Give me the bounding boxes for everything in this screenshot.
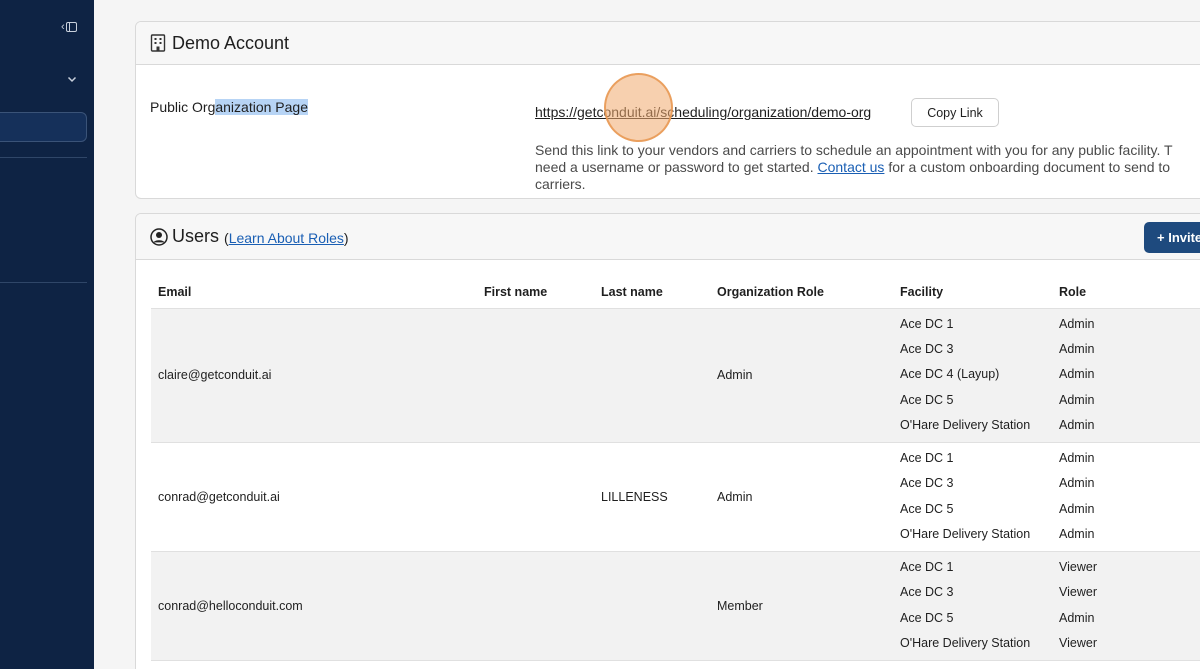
sidebar-item-active[interactable]: [0, 112, 87, 142]
building-icon: [150, 34, 166, 52]
facility-role: Viewer: [1059, 635, 1097, 650]
facility-role: Admin: [1059, 501, 1095, 516]
organization-page-link[interactable]: https://getconduit.ai/scheduling/organiz…: [535, 104, 871, 120]
user-circle-icon: [150, 227, 168, 246]
facility-name: O'Hare Delivery Station: [900, 526, 1031, 541]
facility-role: Admin: [1059, 526, 1095, 541]
learn-about-roles-link[interactable]: Learn About Roles: [229, 230, 344, 246]
last-name-cell: [594, 308, 710, 443]
facility-role: Admin: [1059, 342, 1095, 357]
column-header: Organization Role: [710, 276, 893, 309]
facility-name: Ace DC 5: [900, 501, 954, 516]
public-organization-page-label: Public Organization Page: [150, 99, 308, 115]
sidebar-panel-icon: [65, 22, 77, 32]
role-cell: Admin Admin Admin Admin: [1052, 442, 1200, 552]
organization-name: Demo Account: [172, 32, 290, 53]
paren: ): [343, 230, 349, 246]
sidebar: ‹: [0, 0, 94, 669]
facility-role: Admin: [1059, 367, 1095, 382]
facility-name: Ace DC 3: [900, 476, 954, 491]
facility-name: Ace DC 3: [900, 342, 954, 357]
facility-name: Ace DC 1: [900, 451, 954, 466]
facility-name: Ace DC 1: [900, 317, 954, 332]
main-content: Demo Account Public Organization Page ht…: [94, 0, 1200, 669]
facility-name: Ace DC 5: [900, 392, 954, 407]
table-row[interactable]: conrad@helloconduit.com Member Ace DC 1 …: [151, 551, 1200, 661]
users-card-header: Users (Learn About Roles): [136, 214, 1200, 260]
facility-name: O'Hare Delivery Station: [900, 417, 1031, 432]
facility-role: Admin: [1059, 476, 1095, 491]
facility-cell: Ace DC 1 Ace DC 3 Ace DC 5 O'Hare Delive…: [893, 551, 1052, 661]
label-text: Public Org: [150, 99, 216, 115]
organization-card-header: Demo Account: [136, 22, 1200, 65]
contact-us-link[interactable]: Contact us: [818, 159, 885, 175]
sidebar-divider: [0, 157, 87, 158]
last-name-cell: [594, 551, 710, 661]
facility-cell: Ace DC 1 Ace DC 3 Ace DC 4 (Layup) Ace D…: [893, 308, 1052, 443]
collapse-sidebar-button[interactable]: ‹: [61, 20, 83, 34]
facility-role: Admin: [1059, 417, 1095, 432]
first-name-cell: [477, 308, 594, 443]
chevron-left-icon: ‹: [61, 21, 65, 33]
table-header-row: Email First name Last name Organization …: [151, 276, 1200, 309]
facility-role: Viewer: [1059, 560, 1097, 575]
email-cell: conrad@getconduit.ai: [151, 442, 477, 552]
last-name-cell: LILLENESS: [594, 442, 710, 552]
facility-cell: Ace DC 1 Ace DC 3 Ace DC 5 O'Hare Delive…: [893, 442, 1052, 552]
facility-name: Ace DC 3: [900, 585, 954, 600]
label-selected-text: anization Page: [215, 99, 308, 115]
facility-name: O'Hare Delivery Station: [900, 635, 1031, 650]
first-name-cell: [477, 551, 594, 661]
click-indicator: [604, 73, 673, 142]
column-header: Role: [1052, 276, 1200, 309]
users-card: Users (Learn About Roles) + Invite Email…: [135, 213, 1200, 669]
first-name-cell: [477, 442, 594, 552]
facility-name: Ace DC 1: [900, 560, 954, 575]
users-title: Users: [172, 226, 220, 246]
copy-link-button[interactable]: Copy Link: [911, 98, 999, 127]
column-header: First name: [477, 276, 594, 309]
table-row[interactable]: claire@getconduit.ai Admin Ace DC 1 Ace …: [151, 308, 1200, 443]
facility-role: Admin: [1059, 317, 1095, 332]
role-cell: Viewer Viewer Admin Viewer: [1052, 551, 1200, 661]
org-role-cell: Admin: [710, 442, 893, 552]
column-header: Facility: [893, 276, 1052, 309]
column-header: Email: [151, 276, 477, 309]
facility-name: Ace DC 5: [900, 610, 954, 625]
description-text: Send this link to your vendors and carri…: [535, 142, 1173, 158]
facility-name: Ace DC 4 (Layup): [900, 367, 1000, 382]
table-row[interactable]: conrad@getconduit.ai LILLENESS Admin Ace…: [151, 442, 1200, 552]
email-cell: claire@getconduit.ai: [151, 308, 477, 443]
facility-role: Viewer: [1059, 585, 1097, 600]
description-text: need a username or password to get start…: [535, 159, 814, 175]
invite-user-button[interactable]: + Invite: [1144, 222, 1200, 253]
facility-role: Admin: [1059, 610, 1095, 625]
sidebar-divider: [0, 282, 87, 283]
users-table: Email First name Last name Organization …: [151, 276, 1200, 661]
description-text: carriers.: [535, 176, 586, 192]
chevron-down-icon[interactable]: [66, 73, 78, 85]
facility-role: Admin: [1059, 451, 1095, 466]
role-cell: Admin Admin Admin Admin Admin: [1052, 308, 1200, 443]
organization-page-description: Send this link to your vendors and carri…: [535, 142, 1200, 193]
description-text: for a custom onboarding document to send…: [888, 159, 1171, 175]
email-cell: conrad@helloconduit.com: [151, 551, 477, 661]
org-role-cell: Member: [710, 551, 893, 661]
learn-about-roles: (Learn About Roles): [224, 230, 349, 246]
organization-card: Demo Account Public Organization Page ht…: [135, 21, 1200, 199]
facility-role: Admin: [1059, 392, 1095, 407]
org-role-cell: Admin: [710, 308, 893, 443]
column-header: Last name: [594, 276, 710, 309]
